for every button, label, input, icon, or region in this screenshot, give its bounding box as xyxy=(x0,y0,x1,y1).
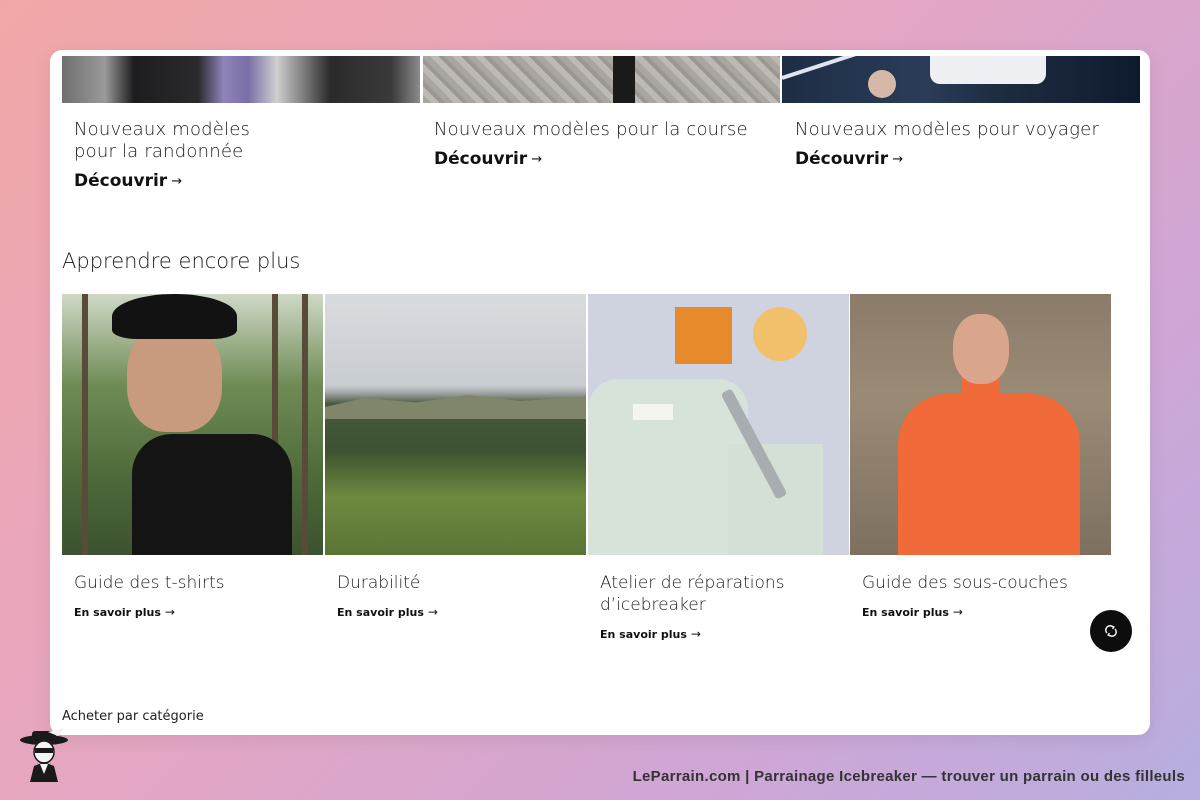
hiking-image[interactable] xyxy=(62,56,420,103)
promo-running: Nouveaux modèles pour la course Découvri… xyxy=(434,119,754,169)
tree-trunk xyxy=(302,294,308,555)
orange-top xyxy=(898,394,1080,555)
road-line xyxy=(782,56,859,80)
discover-label: Découvrir xyxy=(795,149,889,169)
hand xyxy=(868,70,896,98)
mountain-ridge xyxy=(325,395,586,419)
discover-link[interactable]: Découvrir → xyxy=(795,149,903,169)
tshirt-label xyxy=(633,404,673,420)
tile-title: Guide des sous-couches xyxy=(862,573,1068,593)
discover-label: Découvrir xyxy=(434,149,528,169)
arrow-right-icon: → xyxy=(892,151,904,167)
learn-more-link[interactable]: En savoir plus → xyxy=(74,605,175,619)
man-head xyxy=(953,314,1009,384)
section-title: Apprendre encore plus xyxy=(62,249,301,273)
arrow-right-icon: → xyxy=(427,605,438,619)
learn-more-link[interactable]: En savoir plus → xyxy=(862,605,963,619)
travel-image[interactable] xyxy=(782,56,1140,103)
page-card: Nouveaux modèles pour la randonnée Décou… xyxy=(50,50,1150,735)
learn-more-label: En savoir plus xyxy=(337,605,424,619)
learn-more-link[interactable]: En savoir plus → xyxy=(600,627,701,641)
wax-disk xyxy=(753,307,807,361)
discover-link[interactable]: Découvrir → xyxy=(434,149,542,169)
arrow-right-icon: → xyxy=(164,605,175,619)
orange-patch xyxy=(675,307,732,364)
black-cap xyxy=(112,294,237,339)
jacket xyxy=(930,56,1046,84)
tile-baselayer-guide: Guide des sous-couches En savoir plus → xyxy=(850,294,1111,620)
repair-workshop-image[interactable] xyxy=(588,294,849,555)
watermark-text: LeParrain.com | Parrainage Icebreaker — … xyxy=(632,768,1185,785)
running-image[interactable] xyxy=(423,56,780,103)
discover-label: Découvrir xyxy=(74,171,168,191)
mascot-logo xyxy=(20,728,68,782)
arrow-right-icon: → xyxy=(171,173,183,189)
promo-title: Nouveaux modèles pour la course xyxy=(434,119,748,140)
learn-more-link[interactable]: En savoir plus → xyxy=(337,605,438,619)
chat-button[interactable] xyxy=(1090,610,1132,652)
shop-by-category-heading[interactable]: Acheter par catégorie xyxy=(62,709,204,724)
tile-repair-workshop: Atelier de réparations d’icebreaker En s… xyxy=(588,294,849,642)
arrow-right-icon: → xyxy=(531,151,543,167)
tree-trunk xyxy=(82,294,88,555)
tshirt-guide-image[interactable] xyxy=(62,294,323,555)
discover-link[interactable]: Découvrir → xyxy=(74,171,182,191)
arrow-right-icon: → xyxy=(952,605,963,619)
chat-icon xyxy=(1105,625,1117,637)
learn-more-label: En savoir plus xyxy=(600,627,687,641)
black-shirt xyxy=(132,434,292,555)
tile-title: Atelier de réparations d’icebreaker xyxy=(600,573,785,615)
durability-image[interactable] xyxy=(325,294,586,555)
runner-leg xyxy=(613,56,635,103)
learn-more-label: En savoir plus xyxy=(74,605,161,619)
learn-more-label: En savoir plus xyxy=(862,605,949,619)
promo-hiking: Nouveaux modèles pour la randonnée Décou… xyxy=(74,119,394,191)
tshirt-fold xyxy=(728,444,823,555)
tile-durability: Durabilité En savoir plus → xyxy=(325,294,586,620)
tile-title: Guide des t-shirts xyxy=(74,573,225,593)
baselayer-guide-image[interactable] xyxy=(850,294,1111,555)
tile-tshirt-guide: Guide des t-shirts En savoir plus → xyxy=(62,294,323,620)
tile-title: Durabilité xyxy=(337,573,421,593)
promo-title: Nouveaux modèles pour voyager xyxy=(795,119,1100,140)
promo-travel: Nouveaux modèles pour voyager Découvrir … xyxy=(795,119,1115,169)
arrow-right-icon: → xyxy=(690,627,701,641)
promo-title: Nouveaux modèles pour la randonnée xyxy=(74,119,251,162)
